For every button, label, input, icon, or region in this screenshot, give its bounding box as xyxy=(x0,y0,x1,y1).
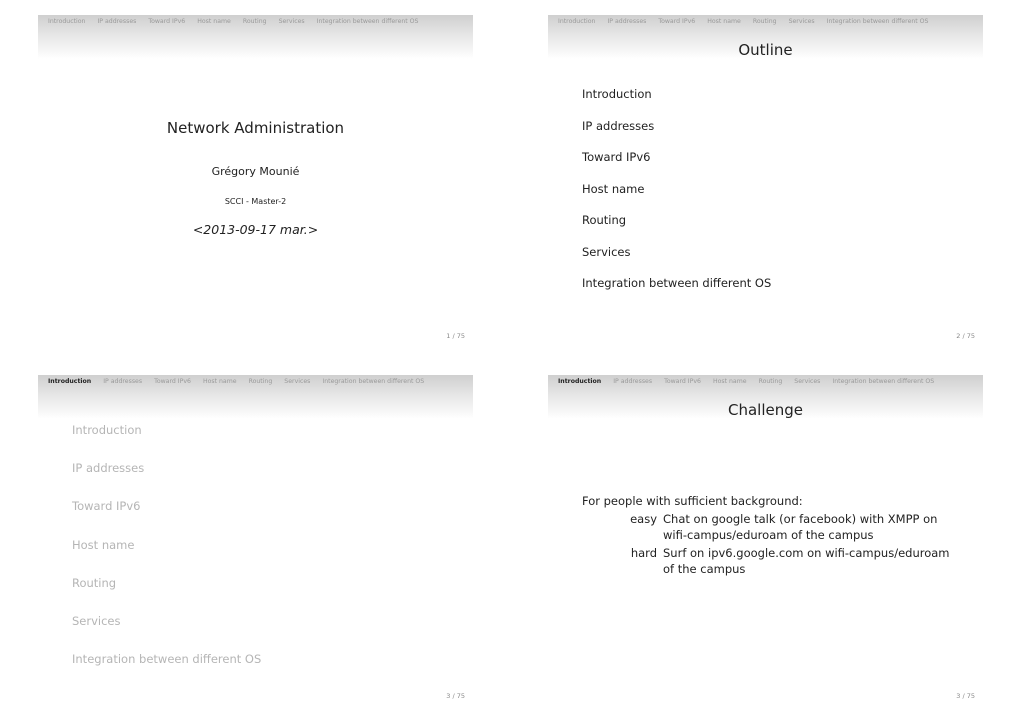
toc-item[interactable]: Services xyxy=(72,614,261,652)
nav-ip-addresses[interactable]: IP addresses xyxy=(613,378,652,385)
page-number: 3 / 75 xyxy=(956,692,975,700)
nav-integration[interactable]: Integration between different OS xyxy=(827,18,929,25)
nav-services[interactable]: Services xyxy=(279,18,305,25)
presentation-title: Network Administration xyxy=(166,119,345,137)
nav-introduction[interactable]: Introduction xyxy=(48,18,85,25)
toc-item[interactable]: Host name xyxy=(72,538,261,576)
nav-introduction-active[interactable]: Introduction xyxy=(48,378,91,385)
frame-title: Outline xyxy=(738,41,793,59)
author: Grégory Mounié xyxy=(211,165,300,178)
outline-item[interactable]: Toward IPv6 xyxy=(582,150,771,182)
toc-item[interactable]: IP addresses xyxy=(72,461,261,499)
toc-item[interactable]: Integration between different OS xyxy=(72,652,261,690)
nav-introduction[interactable]: Introduction xyxy=(558,18,595,25)
nav-toward-ipv6[interactable]: Toward IPv6 xyxy=(664,378,701,385)
nav-introduction-active[interactable]: Introduction xyxy=(558,378,601,385)
toc-item[interactable]: Introduction xyxy=(72,423,261,461)
date: <2013-09-17 mar.> xyxy=(192,222,319,237)
nav-toward-ipv6[interactable]: Toward IPv6 xyxy=(154,378,191,385)
institute: SCCI - Master-2 xyxy=(224,197,287,206)
nav-ip-addresses[interactable]: IP addresses xyxy=(103,378,142,385)
description-entry: easy Chat on google talk (or facebook) w… xyxy=(582,511,972,543)
nav-ip-addresses[interactable]: IP addresses xyxy=(97,18,136,25)
nav-host-name[interactable]: Host name xyxy=(713,378,747,385)
page-number: 1 / 75 xyxy=(446,332,465,340)
page-number: 3 / 75 xyxy=(446,692,465,700)
toc-item[interactable]: Toward IPv6 xyxy=(72,499,261,537)
nav-host-name[interactable]: Host name xyxy=(707,18,741,25)
nav-host-name[interactable]: Host name xyxy=(197,18,231,25)
nav-host-name[interactable]: Host name xyxy=(203,378,237,385)
nav-services[interactable]: Services xyxy=(284,378,310,385)
outline-item[interactable]: Introduction xyxy=(582,87,771,119)
slide-2: Introduction IP addresses Toward IPv6 Ho… xyxy=(548,15,983,345)
nav-toward-ipv6[interactable]: Toward IPv6 xyxy=(658,18,695,25)
intro-text: For people with sufficient background: xyxy=(582,494,803,508)
section-toc: Introduction IP addresses Toward IPv6 Ho… xyxy=(72,423,261,690)
frame-title: Challenge xyxy=(728,401,803,419)
outline-list: Introduction IP addresses Toward IPv6 Ho… xyxy=(582,87,771,308)
entry-text: Chat on google talk (or facebook) with X… xyxy=(663,512,938,542)
nav-services[interactable]: Services xyxy=(794,378,820,385)
nav-ip-addresses[interactable]: IP addresses xyxy=(607,18,646,25)
nav-integration[interactable]: Integration between different OS xyxy=(322,378,424,385)
entry-term: easy xyxy=(630,512,657,526)
outline-item[interactable]: Routing xyxy=(582,213,771,245)
slide-1: Introduction IP addresses Toward IPv6 Ho… xyxy=(38,15,473,345)
nav-toward-ipv6[interactable]: Toward IPv6 xyxy=(148,18,185,25)
nav-routing[interactable]: Routing xyxy=(249,378,273,385)
nav-routing[interactable]: Routing xyxy=(759,378,783,385)
nav-routing[interactable]: Routing xyxy=(243,18,267,25)
slide-4: Introduction IP addresses Toward IPv6 Ho… xyxy=(548,375,983,705)
toc-item[interactable]: Routing xyxy=(72,576,261,614)
entry-term: hard xyxy=(630,546,657,560)
section-navigation: Introduction IP addresses Toward IPv6 Ho… xyxy=(38,15,473,59)
slide-3: Introduction IP addresses Toward IPv6 Ho… xyxy=(38,375,473,705)
nav-services[interactable]: Services xyxy=(789,18,815,25)
outline-item[interactable]: Integration between different OS xyxy=(582,276,771,308)
nav-integration[interactable]: Integration between different OS xyxy=(832,378,934,385)
entry-text: Surf on ipv6.google.com on wifi-campus/e… xyxy=(663,546,950,576)
description-entry: hard Surf on ipv6.google.com on wifi-cam… xyxy=(582,545,972,577)
nav-routing[interactable]: Routing xyxy=(753,18,777,25)
challenge-content: For people with sufficient background: e… xyxy=(582,493,972,577)
nav-integration[interactable]: Integration between different OS xyxy=(317,18,419,25)
page-number: 2 / 75 xyxy=(956,332,975,340)
outline-item[interactable]: Host name xyxy=(582,182,771,214)
section-navigation: Introduction IP addresses Toward IPv6 Ho… xyxy=(38,375,473,419)
outline-item[interactable]: Services xyxy=(582,245,771,277)
outline-item[interactable]: IP addresses xyxy=(582,119,771,151)
